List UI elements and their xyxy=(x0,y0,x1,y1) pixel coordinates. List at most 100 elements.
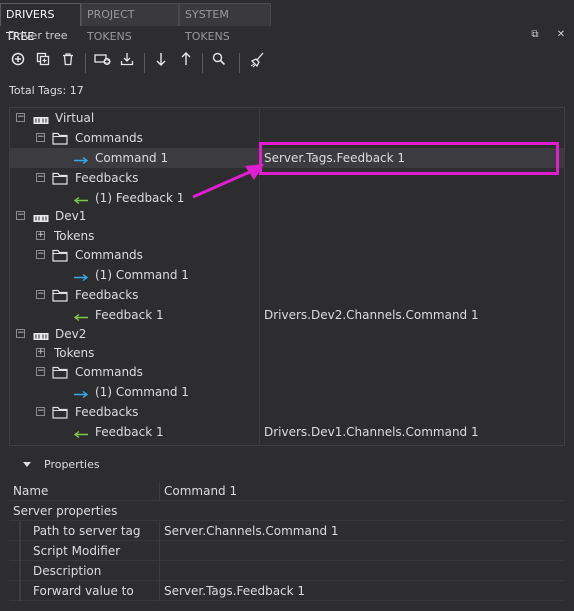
property-row[interactable]: Forward value to Server.Tags.Feedback 1 xyxy=(9,581,565,601)
tree-node-label: Commands xyxy=(75,131,143,145)
properties-grid: Name Command 1 Server properties Path to… xyxy=(9,481,565,601)
tree-node-device[interactable]: − Virtual xyxy=(10,108,564,128)
total-tags-label: Total Tags: 17 xyxy=(9,84,84,97)
add-icon[interactable] xyxy=(7,52,29,74)
tree-node-label: Feedback 1 xyxy=(95,425,164,439)
tree-node-label: Feedbacks xyxy=(75,171,139,185)
property-row[interactable]: Script Modifier xyxy=(9,541,565,561)
tree-node-label: (1) Command 1 xyxy=(95,268,189,282)
tree-node-feedback[interactable]: Feedback 1 Drivers.Dev2.Channels.Command… xyxy=(10,305,564,325)
expand-icon[interactable]: + xyxy=(36,348,45,357)
tree-node-command[interactable]: (1) Command 1 xyxy=(10,265,564,285)
toolbar-separator xyxy=(85,53,86,73)
collapse-icon[interactable]: − xyxy=(36,407,45,416)
feedback-arrow-icon xyxy=(73,430,88,439)
column-divider xyxy=(159,481,160,501)
tab-drivers-tree[interactable]: DRIVERS TREE xyxy=(0,3,81,43)
tab-system-tokens[interactable]: SYSTEM TOKENS xyxy=(179,3,271,43)
highlight-box xyxy=(259,142,559,175)
tree-node-device[interactable]: − Dev1 xyxy=(10,206,564,226)
tree-node-folder[interactable]: − Feedbacks xyxy=(10,285,564,305)
tree-node-value: Drivers.Dev2.Channels.Command 1 xyxy=(264,308,479,322)
folder-icon xyxy=(52,172,68,185)
add-device-icon[interactable] xyxy=(92,52,114,74)
tree-node-label: Tokens xyxy=(54,229,95,243)
move-up-icon[interactable] xyxy=(175,52,197,74)
tree-node-feedback[interactable]: Feedback 1 Drivers.Dev1.Channels.Command… xyxy=(10,422,564,442)
property-name: Description xyxy=(33,564,102,578)
property-value[interactable]: Server.Tags.Feedback 1 xyxy=(164,581,305,601)
collapse-icon[interactable]: − xyxy=(36,173,45,182)
delete-icon[interactable] xyxy=(57,52,79,74)
tree-node-label: Feedback 1 xyxy=(95,308,164,322)
toolbar-separator xyxy=(202,53,203,73)
command-arrow-icon xyxy=(74,156,89,165)
tree-node-label: Virtual xyxy=(55,111,95,125)
property-row[interactable]: Description xyxy=(9,561,565,581)
duplicate-icon[interactable] xyxy=(32,52,54,74)
folder-icon xyxy=(52,249,68,262)
folder-icon xyxy=(52,289,68,302)
expand-icon[interactable]: + xyxy=(36,231,45,240)
driver-tree[interactable]: − Virtual − Commands Command 1 Server.Ta… xyxy=(9,107,565,446)
tree-node-label: (1) Command 1 xyxy=(95,385,189,399)
collapse-icon[interactable]: − xyxy=(16,211,25,220)
tree-node-label: Commands xyxy=(75,365,143,379)
tab-project-tokens[interactable]: PROJECT TOKENS xyxy=(81,3,179,43)
tree-node-label: Feedbacks xyxy=(75,288,139,302)
search-icon[interactable] xyxy=(208,52,230,74)
column-divider xyxy=(159,521,160,541)
tree-node-folder[interactable]: − Feedbacks xyxy=(10,402,564,422)
collapse-icon[interactable]: − xyxy=(36,250,45,259)
column-divider xyxy=(159,581,160,601)
property-row[interactable]: Path to server tag Server.Channels.Comma… xyxy=(9,521,565,541)
property-value[interactable]: Server.Channels.Command 1 xyxy=(164,521,339,541)
tree-node-label: Feedbacks xyxy=(75,405,139,419)
panel-title: Driver tree xyxy=(8,29,68,42)
tree-guide-line xyxy=(19,521,21,601)
chevron-down-icon xyxy=(23,462,31,467)
import-icon[interactable] xyxy=(116,52,138,74)
property-group[interactable]: Server properties xyxy=(9,501,565,521)
property-name: Name xyxy=(13,484,49,498)
folder-icon xyxy=(52,132,68,145)
tree-node-device[interactable]: − Dev2 xyxy=(10,324,564,344)
toolbar-separator xyxy=(239,53,240,73)
tree-node-tokens[interactable]: + Tokens xyxy=(10,226,564,246)
tree-node-folder[interactable]: − Commands xyxy=(10,362,564,382)
property-row[interactable]: Name Command 1 xyxy=(9,481,565,501)
folder-icon xyxy=(52,366,68,379)
folder-icon xyxy=(52,406,68,419)
collapse-icon[interactable]: − xyxy=(16,113,25,122)
device-icon xyxy=(33,117,49,124)
collapse-icon[interactable]: − xyxy=(36,367,45,376)
collapse-icon[interactable]: − xyxy=(36,133,45,142)
tree-node-feedback[interactable]: (1) Feedback 1 xyxy=(10,188,564,208)
annotation-arrow-icon xyxy=(192,164,264,199)
clear-icon[interactable] xyxy=(246,52,268,74)
move-down-icon[interactable] xyxy=(150,52,172,74)
device-icon xyxy=(33,333,49,340)
property-value[interactable]: Command 1 xyxy=(164,481,237,501)
collapse-icon[interactable]: − xyxy=(16,329,25,338)
tree-node-folder[interactable]: − Commands xyxy=(10,245,564,265)
properties-header[interactable]: Properties xyxy=(9,455,565,475)
command-arrow-icon xyxy=(74,390,89,399)
feedback-arrow-icon xyxy=(73,313,88,322)
command-arrow-icon xyxy=(74,273,89,282)
close-icon[interactable]: ✕ xyxy=(554,28,568,42)
toolbar xyxy=(0,50,574,76)
tab-bar: DRIVERS TREE PROJECT TOKENS SYSTEM TOKEN… xyxy=(0,0,574,43)
tree-node-value: Drivers.Dev1.Channels.Command 1 xyxy=(264,425,479,439)
property-name: Forward value to xyxy=(33,584,134,598)
properties-title: Properties xyxy=(44,458,100,471)
tree-node-label: Command 1 xyxy=(95,151,169,165)
property-name: Script Modifier xyxy=(33,544,121,558)
tree-node-command[interactable]: (1) Command 1 xyxy=(10,382,564,402)
tree-node-tokens[interactable]: + Tokens xyxy=(10,343,564,363)
collapse-icon[interactable]: − xyxy=(36,290,45,299)
tree-node-label: Dev1 xyxy=(55,209,87,223)
tree-node-label: (1) Feedback 1 xyxy=(95,191,185,205)
float-window-icon[interactable]: ⧉ xyxy=(528,28,542,42)
column-divider xyxy=(159,561,160,581)
